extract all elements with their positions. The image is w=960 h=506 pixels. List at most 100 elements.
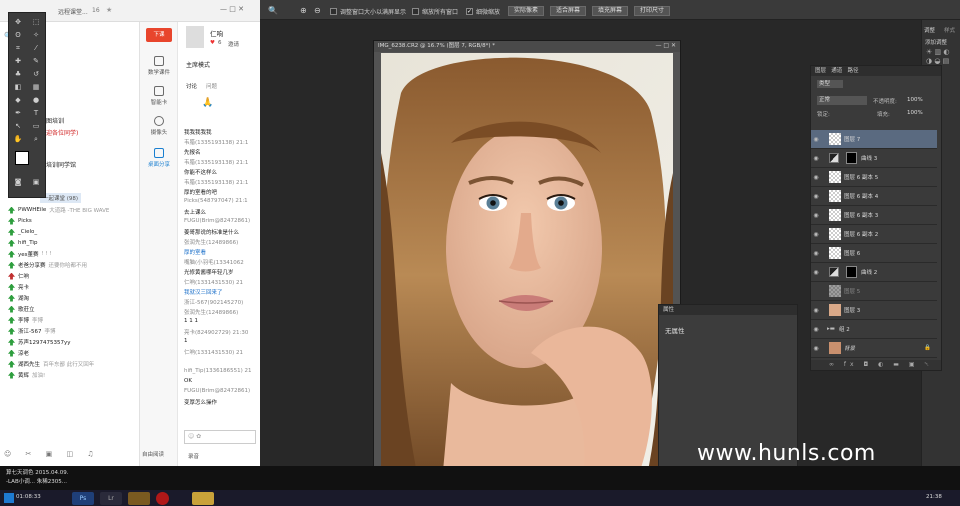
path-select-icon[interactable]: ↖ [12,121,24,132]
tab-question[interactable]: 问题 [206,82,217,90]
move-tool-icon[interactable]: ✥ [12,17,24,28]
resize-windows-checkbox[interactable]: 调整窗口大小以满屏显示 [330,7,406,16]
list-item[interactable]: yes董赛! ! ! [8,249,52,259]
tab-channels[interactable]: 通道 [831,68,842,74]
hand-tool-icon[interactable]: ✋ [12,134,24,145]
layers-tabs[interactable]: 图层 通道 路径 [811,66,941,76]
eye-icon[interactable]: ◉ [811,136,821,143]
layer-row[interactable]: ◉ 图层 6 副本 4 [811,187,937,206]
contacts-header[interactable]: 一起课堂 (98) [40,193,82,203]
eye-icon[interactable]: ◉ [811,326,821,333]
lightroom-task-icon[interactable]: Lr [100,492,122,505]
tab-discuss[interactable]: 讨论 [186,82,197,90]
brush-tool-icon[interactable]: ✎ [30,56,42,67]
star-icon[interactable]: ★ [106,6,112,14]
layer-row[interactable]: ◉ 图层 6 副本 2 [811,225,937,244]
list-item[interactable]: 李博 李博 [8,315,43,325]
blend-mode-select[interactable]: 正常 [817,96,867,105]
scrubby-zoom-checkbox[interactable]: ✓ 细微缩放 [466,7,500,16]
eye-icon[interactable]: ◉ [811,174,821,181]
record-task-icon[interactable] [156,492,169,505]
type-tool-icon[interactable]: T [30,108,42,119]
fill-value[interactable]: 100% [907,110,923,116]
layer-row[interactable]: ◉ 图层 3 [811,301,937,320]
adjustments-tab[interactable]: 调整 [924,26,935,34]
list-item[interactable]: _Cielo_ [8,227,40,237]
eye-icon[interactable]: ◉ [811,345,821,352]
heart-icon[interactable]: ♥ [210,40,215,46]
fit-screen-button[interactable]: 适合屏幕 [550,6,587,16]
marquee-tool-icon[interactable]: ⬚ [30,17,42,28]
list-item[interactable]: 浙江-567 李博 [8,326,56,336]
list-item[interactable]: 歌莊立 [8,304,38,314]
tab-layers[interactable]: 图层 [815,68,826,74]
healing-tool-icon[interactable]: ✚ [12,56,24,67]
dodge-tool-icon[interactable]: ● [30,95,42,106]
zoom-out-icon[interactable]: ⊖ [314,6,321,15]
quick-mask-icon[interactable]: ◙ [12,177,24,188]
layer-row[interactable]: ◉ 图层 7 [811,130,937,149]
list-item[interactable]: 苏声1297475357yy [8,337,74,347]
foreground-color-swatch[interactable] [15,151,29,165]
layer-row[interactable]: 图层 5 [811,282,937,301]
layer-row[interactable]: ◉ ▸▬ 组 2 [811,320,937,339]
smart-card-button[interactable]: 智能卡 [140,86,178,106]
layer-row[interactable]: ◉ 曲线 2 [811,263,937,282]
list-item[interactable]: 仁响 [8,271,32,281]
list-item[interactable]: hifi_Tip [8,238,40,248]
magic-wand-icon[interactable]: ✧ [30,30,42,41]
chat-toolbar-icons[interactable]: ☺ ✂ ▣ ◫ ♫ [4,450,100,458]
eye-icon[interactable]: ◉ [811,155,821,162]
camera-button[interactable]: 摄像头 [140,116,178,136]
list-item[interactable]: 黄辉 加油! [8,370,45,380]
styles-tab[interactable]: 样式 [944,26,955,34]
print-size-button[interactable]: 打印尺寸 [634,6,671,16]
window-controls-icon[interactable]: — □ ✕ [220,5,244,13]
history-brush-icon[interactable]: ↺ [30,69,42,80]
eye-icon[interactable]: ◉ [811,250,821,257]
window-controls-icon[interactable]: — □ ✕ [655,42,676,49]
layer-actions-bar[interactable]: ∞ fx ◘ ◐ ▬ ▣ ␡ [811,360,941,370]
photoshop-task-icon[interactable]: Ps [72,492,94,505]
eyedropper-icon[interactable]: ⁄ [30,43,42,54]
eye-icon[interactable]: ◉ [811,231,821,238]
lasso-tool-icon[interactable]: ʘ [12,30,24,41]
invite-link[interactable]: 邀请 [228,40,239,48]
zoom-tool-icon[interactable]: 🔍 [268,6,278,15]
desktop-share-button[interactable]: 桌面分享 [140,148,178,168]
properties-tab[interactable]: 属性 [659,305,797,315]
screen-mode-icon[interactable]: ▣ [30,177,42,188]
layer-row[interactable]: ◉ 图层 6 副本 5 [811,168,937,187]
gradient-tool-icon[interactable]: ▦ [30,82,42,93]
zoom-icon[interactable]: ⌕ [30,134,42,145]
eraser-tool-icon[interactable]: ◧ [12,82,24,93]
layer-row[interactable]: ◉ 背景 🔒 [811,339,937,358]
eye-icon[interactable]: ◉ [811,193,821,200]
record-button[interactable]: 录音 [188,452,199,460]
start-icon[interactable] [4,493,14,503]
stamp-tool-icon[interactable]: ♣ [12,69,24,80]
pen-tool-icon[interactable]: ✒ [12,108,24,119]
opacity-value[interactable]: 100% [907,97,923,103]
layer-row[interactable]: ◉ 图层 6 副本 3 [811,206,937,225]
folder-task-icon[interactable] [192,492,214,505]
document-window[interactable]: IMG_6238.CR2 @ 16.7% (图层 7, RGB/8*) * — … [373,40,681,493]
list-item[interactable]: 湖淘 [8,293,32,303]
list-item[interactable]: 涼老 [8,348,32,358]
layer-row[interactable]: ◉ 曲线 3 [811,149,937,168]
end-class-button[interactable]: 下课 [146,28,172,42]
courseware-button[interactable]: 数学课件 [140,56,178,76]
list-item[interactable]: Picks [8,216,35,226]
message-input[interactable]: ☺ ✿ [184,430,256,444]
list-item[interactable]: 湖西先生 百年东鄙 此行又回年 [8,359,94,369]
tab-paths[interactable]: 路径 [848,68,859,74]
list-item[interactable]: 亮卡 [8,282,32,292]
eye-icon[interactable]: ◉ [811,212,821,219]
eye-icon[interactable]: ◉ [811,307,821,314]
crop-tool-icon[interactable]: ⌗ [12,43,24,54]
shape-tool-icon[interactable]: ▭ [30,121,42,132]
zoom-all-checkbox[interactable]: 缩放所有窗口 [412,7,458,16]
actual-pixels-button[interactable]: 实际像素 [508,6,545,16]
free-read-button[interactable]: 自由阅读 [142,450,164,458]
layer-row[interactable]: ◉ 图层 6 [811,244,937,263]
